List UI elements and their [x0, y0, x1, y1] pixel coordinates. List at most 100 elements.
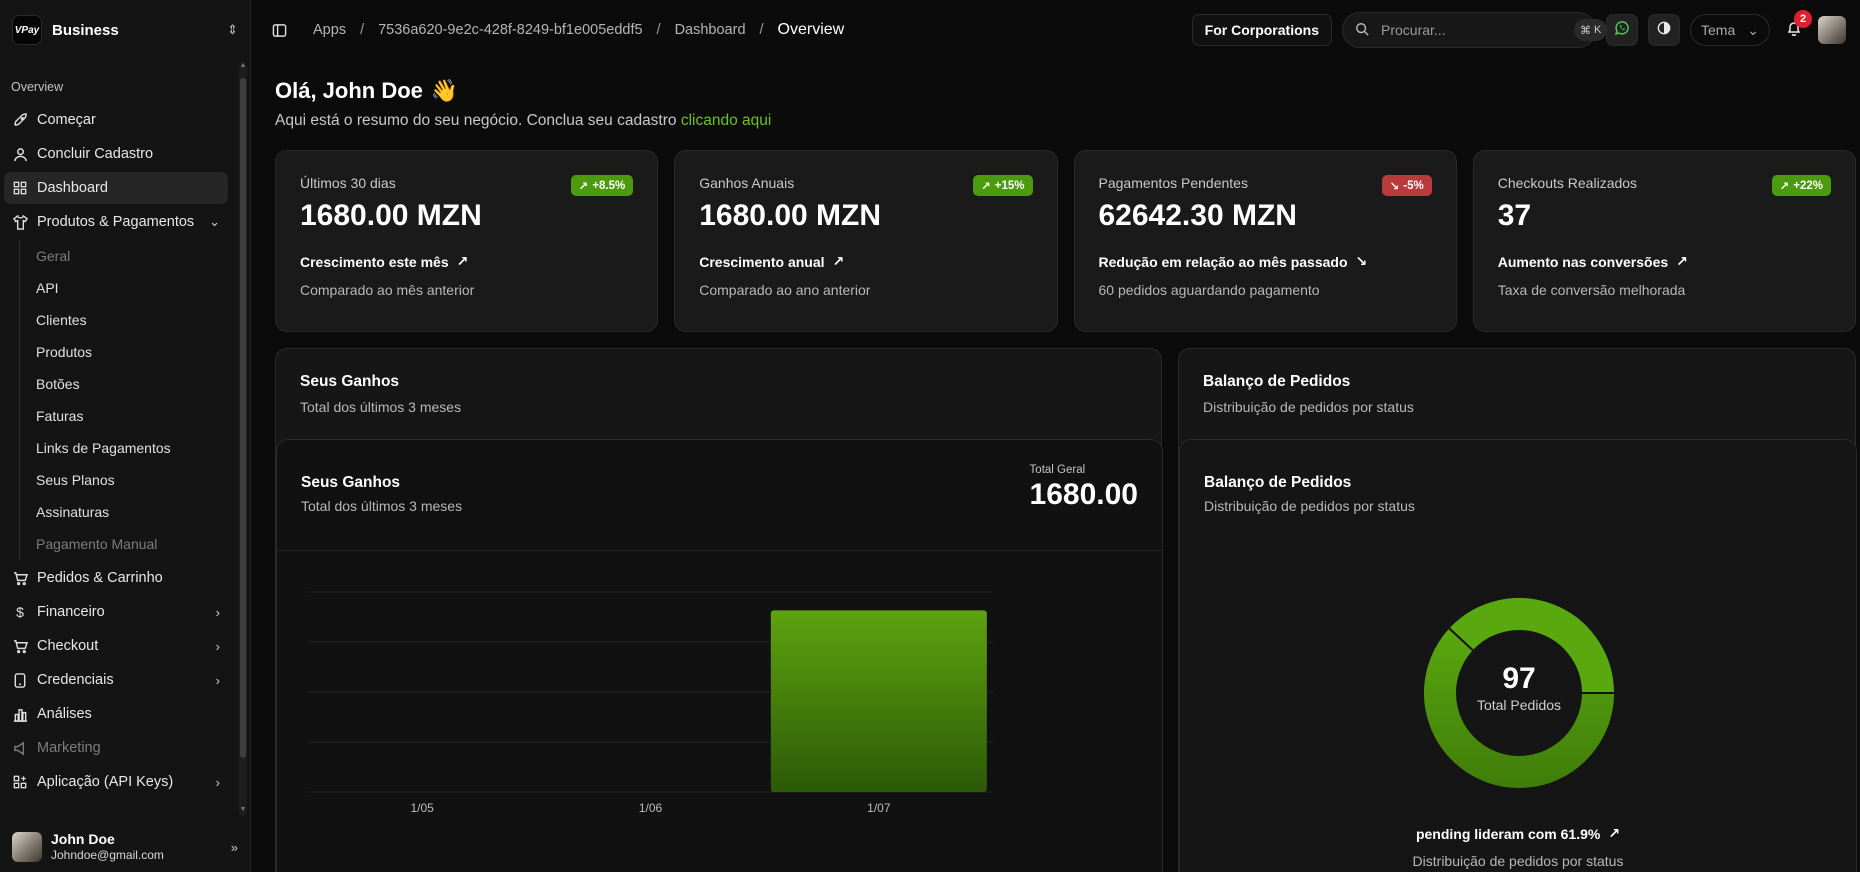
chevrons-down-icon[interactable]: »: [231, 840, 238, 855]
breadcrumb-app-id[interactable]: 7536a620-9e2c-428f-8249-bf1e005eddf5: [378, 22, 642, 38]
trending-up-icon: ↗: [456, 253, 469, 269]
subnav-item-api[interactable]: API: [20, 272, 236, 304]
sidebar-item-label: Análises: [37, 706, 92, 722]
sidebar-item-marketing[interactable]: Marketing: [4, 732, 228, 764]
stat-card: Ganhos Anuais 1680.00 MZN ↗ +15% Crescime…: [674, 150, 1058, 332]
subnav-item-planos[interactable]: Seus Planos: [20, 464, 236, 496]
rocket-icon: [12, 112, 28, 128]
greeting: Olá, John Doe 👋 Aqui está o resumo do seu…: [275, 78, 771, 130]
subnav-item-pagamento-manual[interactable]: Pagamento Manual: [20, 528, 236, 560]
chevron-right-icon: ›: [215, 672, 220, 688]
sidebar-toggle-icon[interactable]: [271, 22, 287, 38]
earnings-chart-card: Seus Ganhos Total dos últimos 3 meses To…: [276, 439, 1163, 872]
sidebar-item-pedidos[interactable]: Pedidos & Carrinho: [4, 562, 228, 594]
chart-card-subtitle: Total dos últimos 3 meses: [301, 498, 463, 514]
bar[interactable]: [770, 610, 987, 792]
main-content: Apps / 7536a620-9e2c-428f-8249-bf1e005ed…: [251, 0, 1860, 872]
contrast-toggle-button[interactable]: [1648, 14, 1680, 46]
status-badge: ↗ +22%: [1771, 175, 1831, 196]
sidebar-scrollbar[interactable]: ▲ ▼: [239, 62, 247, 816]
subnav-item-geral[interactable]: Geral: [20, 240, 236, 272]
subnav-item-assinaturas[interactable]: Assinaturas: [20, 496, 236, 528]
sidebar-item-produtos-pagamentos[interactable]: Produtos & Pagamentos ⌄: [4, 206, 228, 238]
search-input[interactable]: [1381, 22, 1562, 38]
phone-icon: [12, 672, 28, 688]
sidebar-item-label: Dashboard: [37, 180, 108, 196]
greeting-subtitle: Aqui está o resumo do seu negócio. Concl…: [275, 112, 677, 129]
search-box[interactable]: ⌘K: [1342, 12, 1608, 48]
trending-up-icon: ↗: [1676, 253, 1688, 269]
sidebar-item-label: Marketing: [37, 740, 101, 756]
produtos-subnav: Geral API Clientes Produtos Botões Fatur…: [19, 240, 236, 560]
subnav-item-clientes[interactable]: Clientes: [20, 304, 236, 336]
for-corporations-button[interactable]: For Corporations: [1191, 14, 1332, 46]
status-badge: ↗ +15%: [973, 175, 1033, 196]
greeting-title: Olá, John Doe: [275, 78, 423, 103]
scroll-down-icon[interactable]: ▼: [239, 806, 247, 816]
sidebar-item-credenciais[interactable]: Credenciais ›: [4, 664, 228, 696]
scrollbar-thumb[interactable]: [240, 78, 246, 758]
x-tick-label: 1/06: [639, 801, 663, 815]
subnav-item-links[interactable]: Links de Pagamentos: [20, 432, 236, 464]
breadcrumb-dashboard[interactable]: Dashboard: [675, 22, 746, 38]
whatsapp-icon: [1614, 20, 1630, 41]
nav-group-label: Overview: [11, 80, 64, 94]
total-label: Total Geral: [1029, 464, 1086, 476]
trending-down-icon: ↘: [1355, 253, 1368, 269]
trending-up-icon: ↗: [578, 180, 589, 193]
breadcrumb-separator: /: [656, 22, 661, 38]
breadcrumb-current: Overview: [777, 21, 845, 38]
orders-chart-card: Balanço de Pedidos Distribuição de pedid…: [1179, 439, 1857, 872]
donut-center-value: 97: [1502, 662, 1535, 695]
sidebar-item-checkout[interactable]: Checkout ›: [4, 630, 228, 662]
badge-text: -5%: [1403, 179, 1424, 192]
breadcrumb-separator: /: [759, 22, 764, 38]
sidebar-item-aplicacao[interactable]: Aplicação (API Keys) ›: [4, 766, 228, 798]
notification-count-badge: 2: [1794, 10, 1812, 28]
sidebar-item-label: Concluir Cadastro: [37, 146, 154, 162]
scroll-up-icon[interactable]: ▲: [239, 62, 247, 72]
search-shortcut: ⌘ K: [1574, 19, 1608, 41]
subnav-item-faturas[interactable]: Faturas: [20, 400, 236, 432]
theme-select[interactable]: Tema ⌄: [1690, 14, 1770, 46]
subnav-item-botoes[interactable]: Botões: [20, 368, 236, 400]
sidebar-item-label: Pedidos & Carrinho: [37, 570, 163, 586]
trending-down-icon: ↘: [1389, 180, 1400, 193]
trending-up-icon: ↗: [981, 180, 991, 193]
earnings-bar-chart: 1/05 1/06 1/07: [308, 591, 993, 815]
chart-card-title: Balanço de Pedidos: [1204, 474, 1352, 491]
shirt-icon: [12, 214, 28, 230]
theme-select-label: Tema: [1701, 22, 1736, 38]
stat-card: Pagamentos Pendentes 62642.30 MZN ↘ -5% R…: [1073, 150, 1457, 332]
sidebar-item-concluir-cadastro[interactable]: Concluir Cadastro: [4, 138, 228, 170]
x-tick-label: 1/07: [867, 801, 891, 815]
stat-foot-title: Redução em relação ao mês passado: [1098, 253, 1348, 270]
user-menu[interactable]: John Doe Johndoe@gmail.com »: [0, 822, 250, 872]
brand-switcher[interactable]: VPay Business ⇕: [0, 0, 250, 60]
chevrons-up-down-icon[interactable]: ⇕: [227, 22, 238, 38]
chart-card-title: Seus Ganhos: [301, 474, 401, 491]
sidebar-item-analises[interactable]: Análises: [4, 698, 228, 730]
badge-text: +15%: [994, 179, 1025, 192]
cart-icon: [12, 570, 28, 586]
complete-registration-link[interactable]: clicando aqui: [681, 112, 771, 129]
sidebar-item-comecar[interactable]: Começar: [4, 104, 228, 136]
breadcrumb: Apps / 7536a620-9e2c-428f-8249-bf1e005ed…: [313, 21, 1182, 39]
brand-logo: VPay: [12, 15, 42, 45]
avatar[interactable]: [1818, 16, 1846, 44]
donut-foot-subtitle: Distribuição de pedidos por status: [1412, 852, 1624, 869]
trending-up-icon: ↗: [1779, 180, 1790, 193]
panel-subtitle: Total dos últimos 3 meses: [300, 399, 462, 415]
sidebar-item-dashboard[interactable]: Dashboard: [4, 172, 228, 204]
stat-foot-subtitle: Comparado ao ano anterior: [699, 282, 871, 298]
notifications-button[interactable]: 2: [1780, 10, 1812, 46]
chevron-down-icon: ⌄: [1747, 21, 1759, 38]
subnav-item-produtos[interactable]: Produtos: [20, 336, 236, 368]
panel-title: Balanço de Pedidos: [1203, 373, 1351, 390]
status-badge: ↘ -5%: [1381, 175, 1432, 196]
sidebar-item-financeiro[interactable]: $ Financeiro ›: [4, 596, 228, 628]
shortcut-key: K: [1594, 24, 1602, 36]
whatsapp-button[interactable]: [1606, 14, 1638, 46]
apps-icon: [12, 774, 28, 790]
breadcrumb-apps[interactable]: Apps: [313, 22, 346, 38]
